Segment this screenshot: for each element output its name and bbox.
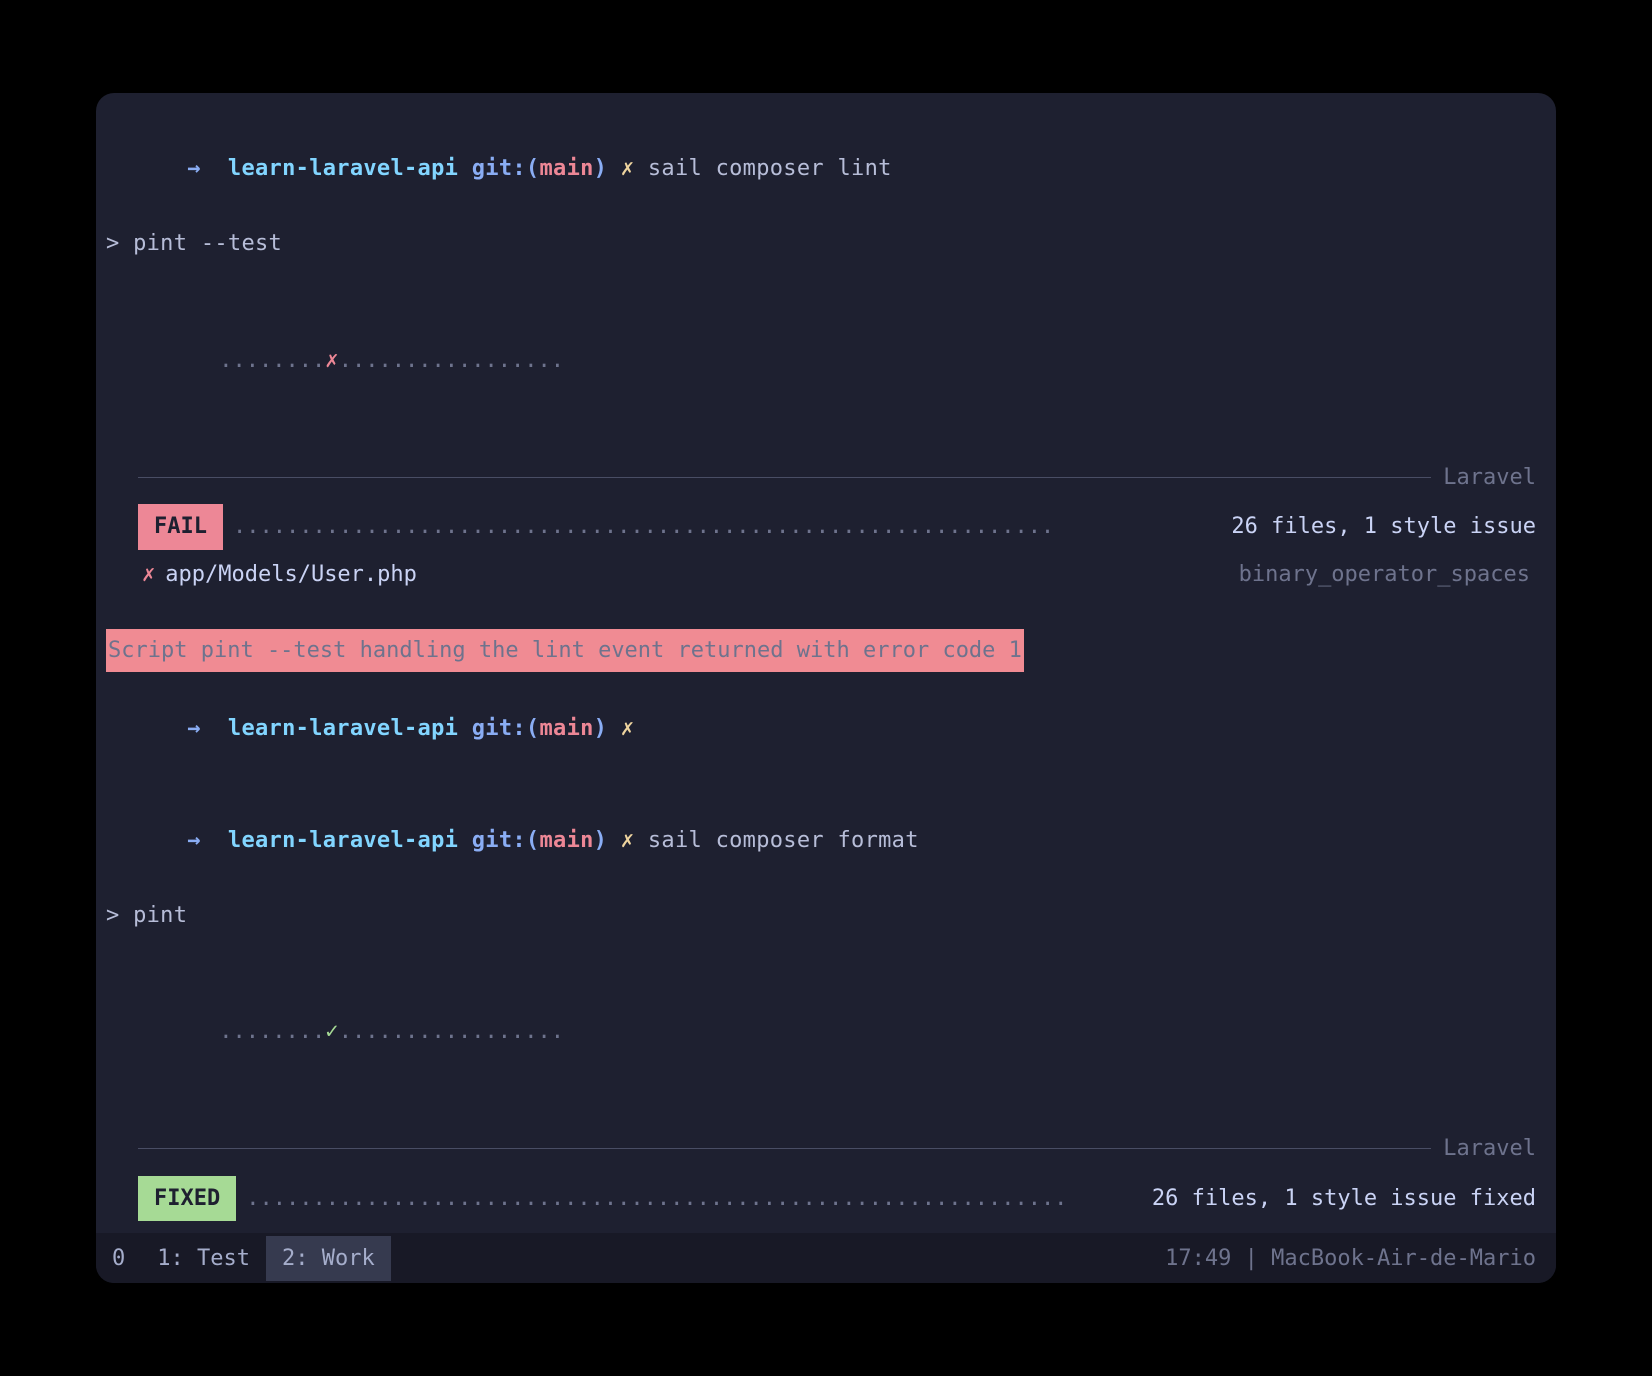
dots-pre: ........ — [219, 348, 325, 373]
fill-dots: ........................................… — [223, 508, 1231, 545]
hr-label: Laravel — [1443, 459, 1536, 496]
fail-summary: 26 files, 1 style issue — [1231, 508, 1536, 545]
command-text: sail composer format — [648, 828, 919, 853]
prompt-dir: learn-laravel-api — [228, 156, 458, 181]
tab-test[interactable]: 1: Test — [141, 1236, 266, 1281]
git-close: ) — [594, 716, 608, 741]
fail-file-x-icon: ✗ — [142, 556, 155, 593]
hr-rule — [138, 477, 1431, 478]
fail-x-icon: ✗ — [325, 348, 339, 373]
fail-status-row: FAIL ...................................… — [138, 504, 1536, 549]
script-error-wrap: Script pint --test handling the lint eve… — [106, 593, 1546, 672]
section-rule: Laravel — [138, 459, 1536, 496]
progress-dots-fixed: ........✓................. — [106, 976, 1546, 1088]
prompt-line-2: → learn-laravel-api git:(main) ✗ — [106, 672, 1546, 784]
terminal-window: → learn-laravel-api git:(main) ✗ sail co… — [96, 93, 1556, 1283]
git-branch: main — [539, 716, 593, 741]
status-time: 17:49 — [1165, 1246, 1231, 1271]
status-sep: | — [1231, 1246, 1271, 1271]
fixed-status-row: FIXED ..................................… — [138, 1176, 1536, 1221]
window-index[interactable]: 0 — [96, 1236, 141, 1281]
git-label: git:( — [472, 828, 540, 853]
git-branch: main — [539, 828, 593, 853]
prompt-dir: learn-laravel-api — [228, 716, 458, 741]
check-icon: ✓ — [325, 1019, 339, 1044]
dirty-icon: ✗ — [621, 716, 635, 741]
dirty-icon: ✗ — [621, 156, 635, 181]
progress-dots-fail: ........✗................. — [106, 305, 1546, 417]
fill-dots: ........................................… — [236, 1180, 1152, 1217]
dots-pre: ........ — [219, 1019, 325, 1044]
pint-test-line: > pint --test — [106, 225, 1546, 262]
tab-work[interactable]: 2: Work — [266, 1236, 391, 1281]
hr-rule — [138, 1148, 1431, 1149]
arrow-icon: → — [187, 156, 201, 181]
fixed-summary: 26 files, 1 style issue fixed — [1152, 1180, 1536, 1217]
prompt-line-3: → learn-laravel-api git:(main) ✗ sail co… — [106, 784, 1546, 896]
prompt-dir: learn-laravel-api — [228, 828, 458, 853]
arrow-icon: → — [187, 828, 201, 853]
fixed-badge: FIXED — [138, 1176, 236, 1221]
dots-post: ................. — [339, 348, 564, 373]
section-rule: Laravel — [138, 1130, 1536, 1167]
dirty-icon: ✗ — [621, 828, 635, 853]
git-close: ) — [594, 156, 608, 181]
git-label: git:( — [472, 716, 540, 741]
fail-file-path: app/Models/User.php — [165, 556, 417, 593]
script-error-text: Script pint --test handling the lint eve… — [106, 629, 1024, 672]
fail-badge: FAIL — [138, 504, 223, 549]
pint-line: > pint — [106, 897, 1546, 934]
dots-post: ................. — [339, 1019, 564, 1044]
git-branch: main — [539, 156, 593, 181]
terminal-body[interactable]: → learn-laravel-api git:(main) ✗ sail co… — [96, 93, 1556, 1233]
status-host: MacBook-Air-de-Mario — [1271, 1246, 1536, 1271]
arrow-icon: → — [187, 716, 201, 741]
prompt-line-1: → learn-laravel-api git:(main) ✗ sail co… — [106, 113, 1546, 225]
hr-label: Laravel — [1443, 1130, 1536, 1167]
git-label: git:( — [472, 156, 540, 181]
fail-file-row: ✗ app/Models/User.php binary_operator_sp… — [142, 556, 1536, 593]
fail-fixer: binary_operator_spaces — [1239, 556, 1530, 593]
status-bar: 0 1: Test 2: Work 17:49 | MacBook-Air-de… — [96, 1233, 1556, 1283]
status-right: 17:49 | MacBook-Air-de-Mario — [1165, 1246, 1556, 1271]
git-close: ) — [594, 828, 608, 853]
command-text: sail composer lint — [648, 156, 892, 181]
